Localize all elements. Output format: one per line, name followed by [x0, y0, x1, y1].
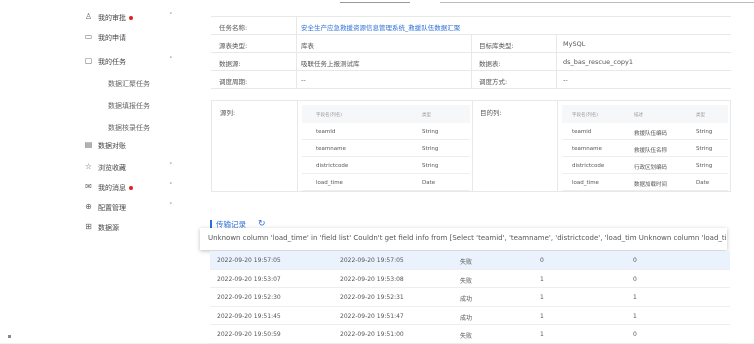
sidebar-item-label: 我的审批 [98, 13, 133, 23]
info-key: 源表类型: [219, 42, 248, 50]
info-row: 数据源: 吸联任务上报测试库 数据表: ds_bas_rescue_copy1 [211, 53, 731, 71]
sidebar-item-label: 数据源 [98, 224, 119, 232]
info-value: 吸联任务上报测试库 [301, 60, 360, 68]
top-divider [340, 2, 410, 3]
sidebar-item-favorites[interactable]: ☆ 浏览收藏 ˅ [0, 156, 186, 178]
approval-icon: ♙ [84, 12, 93, 21]
chevron-down-icon: ˅ [169, 12, 173, 20]
sidebar-item-config[interactable]: ⊕ 配置管理 ˅ [0, 196, 186, 218]
sidebar-subitem-report[interactable]: 数据填报任务 [0, 94, 186, 116]
task-name-link[interactable]: 安全生产应急救援资源信息管理系统_救援队伍数据汇聚 [301, 22, 460, 32]
star-icon: ☆ [84, 162, 93, 171]
sidebar-item-label: 我的消息 [98, 183, 133, 193]
table-row: districtcode 行政区划编码 String [562, 157, 728, 174]
sidebar-item-apply[interactable]: ▭ 我的申请 [0, 26, 186, 48]
table-row: districtcode String [302, 157, 470, 174]
column-header: 类型 [422, 113, 431, 118]
sidebar-item-label: 我的申请 [98, 34, 126, 42]
transfer-log-table: 2022-09-20 19:57:05 2022-09-20 19:57:05 … [210, 251, 730, 344]
error-tooltip: Unknown column 'load_time' in 'field lis… [200, 228, 727, 250]
table-row: teamId String [302, 123, 470, 140]
task-icon: ▢ [84, 56, 93, 65]
source-columns-label: 源列: [220, 109, 236, 117]
info-key: 数据表: [479, 60, 501, 68]
info-row: 任务名称: 安全生产应急救援资源信息管理系统_救援队伍数据汇聚 [211, 17, 731, 35]
info-value: -- [563, 76, 568, 84]
column-header: 字段名(列名) [572, 113, 599, 118]
info-value: MySQL [563, 40, 586, 48]
chevron-down-icon: ˅ [169, 202, 173, 210]
table-header: 字段名(列名) 类型 [302, 105, 470, 123]
sidebar-item-label: 数据对账 [98, 142, 126, 150]
info-key: 数据源: [219, 60, 241, 68]
sidebar-item-tasks[interactable]: ▢ 我的任务 ˄ [0, 50, 186, 72]
info-row: 调度周期: -- 调度方式: -- [211, 71, 731, 89]
info-value: 库表 [301, 42, 314, 50]
info-key: 调度方式: [479, 78, 508, 86]
table-row[interactable]: 2022-09-20 19:57:05 2022-09-20 19:57:05 … [210, 251, 730, 270]
sidebar-subitem-label: 数据核录任务 [108, 124, 150, 132]
chevron-down-icon: ˅ [169, 162, 173, 170]
sidebar-item-reconcile[interactable]: ▤ 数据对账 [0, 134, 186, 156]
sidebar-item-label: 配置管理 [98, 204, 126, 212]
column-header: 字段名(列名) [316, 113, 343, 118]
sidebar: ♙ 我的审批 ˅ ▭ 我的申请 ▢ 我的任务 ˄ 数据汇聚任务 数据填报任务 数… [0, 6, 186, 343]
table-row[interactable]: 2022-09-20 19:53:07 2022-09-20 19:53:08 … [210, 270, 730, 288]
sidebar-item-approval[interactable]: ♙ 我的审批 ˅ [0, 6, 186, 28]
source-columns-table: 字段名(列名) 类型 teamId String teamname String d… [302, 105, 470, 191]
table-row[interactable]: 2022-09-20 19:51:45 2022-09-20 19:51:47 … [210, 307, 730, 325]
sidebar-item-label: 我的任务 [98, 58, 126, 66]
table-header: 字段名(列名) 描述 类型 [562, 105, 728, 123]
sidebar-item-datasource[interactable]: ⊞ 数据源 [0, 216, 186, 238]
table-row: load_time Date [302, 174, 470, 191]
chevron-up-icon: ˄ [169, 56, 173, 64]
sidebar-item-label: 浏览收藏 [98, 164, 126, 172]
info-row: 源表类型: 库表 目标库类型: MySQL [211, 35, 731, 53]
unread-dot [129, 186, 133, 190]
table-row: teamname 救援队伍名称 String [562, 140, 728, 157]
sidebar-subitem-label: 数据填报任务 [108, 102, 150, 110]
sidebar-item-messages[interactable]: ✉ 我的消息 ˅ [0, 176, 186, 198]
info-key: 调度周期: [219, 78, 248, 86]
info-value: -- [301, 76, 306, 84]
datasource-icon: ⊞ [85, 222, 92, 231]
table-row: teamname String [302, 140, 470, 157]
table-row[interactable]: 2022-09-20 19:50:59 2022-09-20 19:51:00 … [210, 325, 730, 344]
apply-icon: ▭ [84, 32, 93, 41]
column-header: 描述 [634, 113, 643, 118]
column-header: 类型 [696, 113, 705, 118]
column-mapping: 源列: 字段名(列名) 类型 teamId String teamname Stri… [211, 100, 731, 192]
unread-dot [129, 16, 133, 20]
chevron-down-icon: ˅ [169, 182, 173, 190]
sidebar-subitem-label: 数据汇聚任务 [108, 80, 150, 88]
task-info-table: 任务名称: 安全生产应急救援资源信息管理系统_救援队伍数据汇聚 源表类型: 库表… [211, 16, 731, 89]
reconcile-icon: ▤ [84, 140, 93, 149]
config-icon: ⊕ [85, 202, 92, 211]
table-row: load_time 数据加载时间 Date [562, 174, 728, 191]
target-columns-table: 字段名(列名) 描述 类型 teamid 救援队伍编码 String teamnam… [562, 105, 728, 191]
sidebar-subitem-aggregate[interactable]: 数据汇聚任务 [0, 72, 186, 94]
info-value: ds_bas_rescue_copy1 [563, 58, 634, 66]
target-columns-label: 目的列: [480, 109, 502, 117]
message-icon: ✉ [85, 182, 92, 191]
table-row[interactable]: 2022-09-20 19:52:30 2022-09-20 19:52:31 … [210, 288, 730, 307]
top-divider-2 [440, 2, 754, 3]
table-row: teamid 救援队伍编码 String [562, 123, 728, 140]
edge-marker [8, 335, 11, 338]
info-key: 任务名称: [219, 24, 248, 32]
info-key: 目标库类型: [479, 42, 514, 50]
